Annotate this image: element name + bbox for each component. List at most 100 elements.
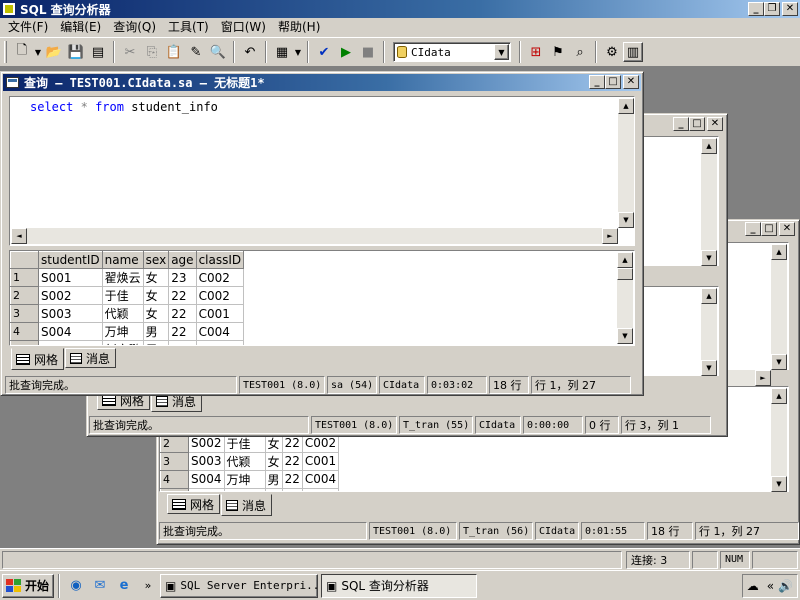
menu-query[interactable]: 查询(Q)	[107, 19, 162, 36]
menu-window[interactable]: 窗口(W)	[215, 19, 272, 36]
table-cell[interactable]: 女	[143, 268, 170, 287]
paste-icon[interactable]: 📋	[163, 41, 185, 63]
table-cell[interactable]: 男	[143, 340, 170, 345]
menu-help[interactable]: 帮助(H)	[272, 19, 326, 36]
tray-volume-icon[interactable]: 🔊	[778, 579, 793, 593]
middle-minimize-button[interactable]: _	[673, 117, 689, 131]
row-number[interactable]: 2	[160, 434, 189, 453]
results-grid[interactable]: studentID name sex age classID 1 S001 翟焕云女 23 C0…	[9, 250, 635, 346]
table-cell[interactable]: 22	[168, 340, 197, 345]
table-cell[interactable]: 22	[282, 488, 303, 491]
table-cell[interactable]: S003	[188, 452, 225, 471]
scroll-down-icon[interactable]: ▼	[701, 360, 717, 376]
row-number[interactable]: 4	[10, 322, 39, 341]
results-mode-dropdown-icon[interactable]: ▼	[293, 41, 303, 63]
scroll-down-icon[interactable]: ▼	[771, 354, 787, 370]
table-cell[interactable]: 男	[265, 488, 283, 491]
table-row[interactable]: 1 S001 翟焕云女 23 C002	[10, 268, 245, 287]
app-close-button[interactable]: ✕	[782, 2, 798, 16]
table-cell[interactable]: 于佳	[224, 434, 266, 453]
back-minimize-button[interactable]: _	[745, 222, 761, 236]
table-cell[interactable]: 女	[143, 304, 170, 323]
table-cell[interactable]: 代颖	[224, 452, 266, 471]
table-cell[interactable]: 于佳	[102, 286, 144, 305]
table-cell[interactable]: 女	[265, 452, 283, 471]
table-cell[interactable]: 女	[143, 286, 170, 305]
table-cell[interactable]: C001	[302, 452, 340, 471]
table-cell[interactable]: 代颖	[102, 304, 144, 323]
table-row[interactable]: 5S005刘宏鹏男22C002	[160, 487, 340, 491]
row-number[interactable]: 3	[10, 304, 39, 323]
row-number[interactable]: 1	[10, 268, 39, 287]
execute-icon[interactable]: ▶	[335, 41, 357, 63]
task-enterprise-manager[interactable]: ▣ SQL Server Enterpri...	[160, 573, 318, 598]
quick-launch-ie-icon[interactable]: e	[114, 576, 134, 596]
row-number[interactable]: 2	[10, 286, 39, 305]
new-query-icon[interactable]: 🗋	[11, 41, 33, 63]
table-cell[interactable]: C001	[196, 304, 245, 323]
undo-icon[interactable]: ↶	[239, 41, 261, 63]
table-row[interactable]: 5S005刘宏鹏男22C002	[10, 340, 245, 345]
column-header[interactable]: sex	[142, 251, 170, 269]
front-minimize-button[interactable]: _	[589, 75, 605, 89]
table-cell[interactable]: 22	[282, 452, 303, 471]
new-query-dropdown-icon[interactable]: ▼	[33, 41, 43, 63]
database-dropdown-icon[interactable]: ▼	[494, 44, 509, 60]
back-results-scrollbar[interactable]: ▲ ▼	[771, 388, 787, 492]
table-cell[interactable]: 22	[282, 470, 303, 489]
table-row[interactable]: 2 S002 于佳女 22 C002	[10, 286, 245, 305]
find-icon[interactable]: 🔍	[207, 41, 229, 63]
row-number[interactable]: 3	[160, 451, 189, 471]
copy-icon[interactable]: ⎘	[141, 41, 163, 63]
table-cell[interactable]: S001	[38, 268, 103, 287]
object-browser-icon[interactable]: ⊞	[525, 41, 547, 63]
scroll-up-icon[interactable]: ▲	[701, 288, 717, 304]
cancel-query-icon[interactable]: ■	[357, 41, 379, 63]
table-cell[interactable]: 22	[168, 304, 197, 323]
table-cell[interactable]: 万坤	[102, 322, 144, 341]
properties-icon[interactable]: ⚙	[601, 41, 623, 63]
scroll-up-icon[interactable]: ▲	[701, 138, 717, 154]
app-restore-button[interactable]: ❐	[764, 2, 780, 16]
tray-network-icon[interactable]: ☁	[747, 579, 759, 593]
table-cell[interactable]: S003	[38, 304, 103, 323]
row-number[interactable]: 4	[160, 469, 189, 489]
results-grid-icon[interactable]: ▦	[271, 41, 293, 63]
table-cell[interactable]: C004	[196, 322, 245, 341]
back-tab-grid[interactable]: 网格	[167, 494, 221, 514]
scroll-right-icon[interactable]: ►	[602, 228, 618, 244]
table-cell[interactable]: S002	[38, 286, 103, 305]
clear-window-icon[interactable]: ✎	[185, 41, 207, 63]
menu-file[interactable]: 文件(F)	[2, 19, 54, 36]
scroll-right-icon[interactable]: ►	[755, 370, 771, 386]
database-select[interactable]: CIdata ▼	[393, 42, 511, 62]
front-tab-grid[interactable]: 网格	[11, 348, 65, 370]
table-cell[interactable]: 翟焕云	[102, 268, 144, 287]
back-editor-hscroll[interactable]: ►	[727, 370, 771, 386]
table-cell[interactable]: 刘宏鹏	[102, 340, 144, 345]
back-close-button[interactable]: ✕	[779, 222, 795, 236]
scroll-down-icon[interactable]: ▼	[618, 212, 634, 228]
table-cell[interactable]: 女	[265, 434, 283, 453]
table-cell[interactable]: S004	[38, 322, 103, 341]
table-cell[interactable]: 22	[168, 322, 197, 341]
table-row[interactable]: 3 S003 代颖女 22 C001	[10, 304, 245, 323]
quick-launch-chevron-icon[interactable]: »	[138, 576, 158, 596]
scroll-down-icon[interactable]: ▼	[701, 250, 717, 266]
table-cell[interactable]: C002	[196, 286, 245, 305]
middle-close-button[interactable]: ✕	[707, 117, 723, 131]
table-cell[interactable]: 男	[265, 470, 283, 489]
scroll-left-icon[interactable]: ◄	[11, 228, 27, 244]
scroll-up-icon[interactable]: ▲	[771, 388, 787, 404]
table-cell[interactable]: 万坤	[224, 470, 266, 489]
quick-launch-browser-icon[interactable]: ◉	[66, 576, 86, 596]
table-cell[interactable]: C002	[196, 268, 245, 287]
middle-maximize-button[interactable]: □	[689, 117, 705, 131]
save-icon[interactable]: 💾	[65, 41, 87, 63]
table-cell[interactable]: S005	[38, 340, 103, 345]
scroll-up-icon[interactable]: ▲	[617, 252, 633, 268]
table-cell[interactable]: S002	[188, 434, 225, 453]
scroll-thumb[interactable]	[617, 268, 633, 280]
table-cell[interactable]: 23	[168, 268, 197, 287]
task-query-analyzer[interactable]: ▣ SQL 查询分析器	[321, 573, 477, 598]
